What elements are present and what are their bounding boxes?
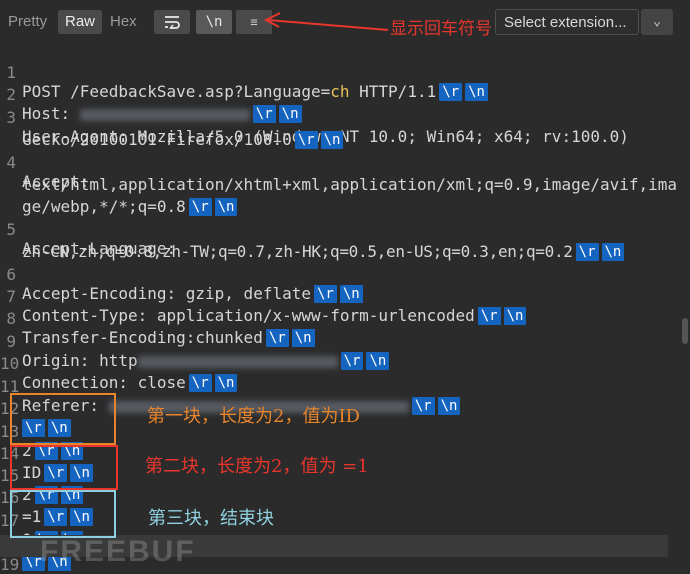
- chunk1-label: 第一块，长度为2，值为ID: [147, 406, 360, 427]
- newline-annotation: 显示回车符号: [390, 19, 492, 39]
- word-wrap-icon: [165, 16, 180, 30]
- chunk2-label: 第二块，长度为2，值为 =1: [145, 456, 369, 477]
- tab-hex[interactable]: Hex: [110, 10, 144, 34]
- chevron-down-icon[interactable]: ⌄: [641, 9, 673, 35]
- scrollbar-thumb[interactable]: [682, 318, 688, 344]
- select-extension-dropdown[interactable]: Select extension...: [495, 9, 639, 35]
- tab-pretty[interactable]: Pretty: [8, 10, 58, 34]
- chunk3-box: [10, 490, 116, 538]
- tab-raw[interactable]: Raw: [58, 10, 102, 34]
- show-newlines-button[interactable]: \n: [196, 10, 232, 34]
- chunk1-box: [10, 393, 116, 445]
- chunk3-label: 第三块，结束块: [148, 508, 274, 529]
- chunk2-box: [10, 445, 118, 490]
- red-arrow-icon: [263, 12, 389, 31]
- watermark: FREEBUF: [40, 535, 196, 568]
- word-wrap-button[interactable]: [154, 10, 190, 34]
- message-toolbar: Pretty Raw Hex \n ≡ 显示回车符号 Select extens…: [0, 0, 690, 42]
- menu-icon: ≡: [250, 15, 258, 29]
